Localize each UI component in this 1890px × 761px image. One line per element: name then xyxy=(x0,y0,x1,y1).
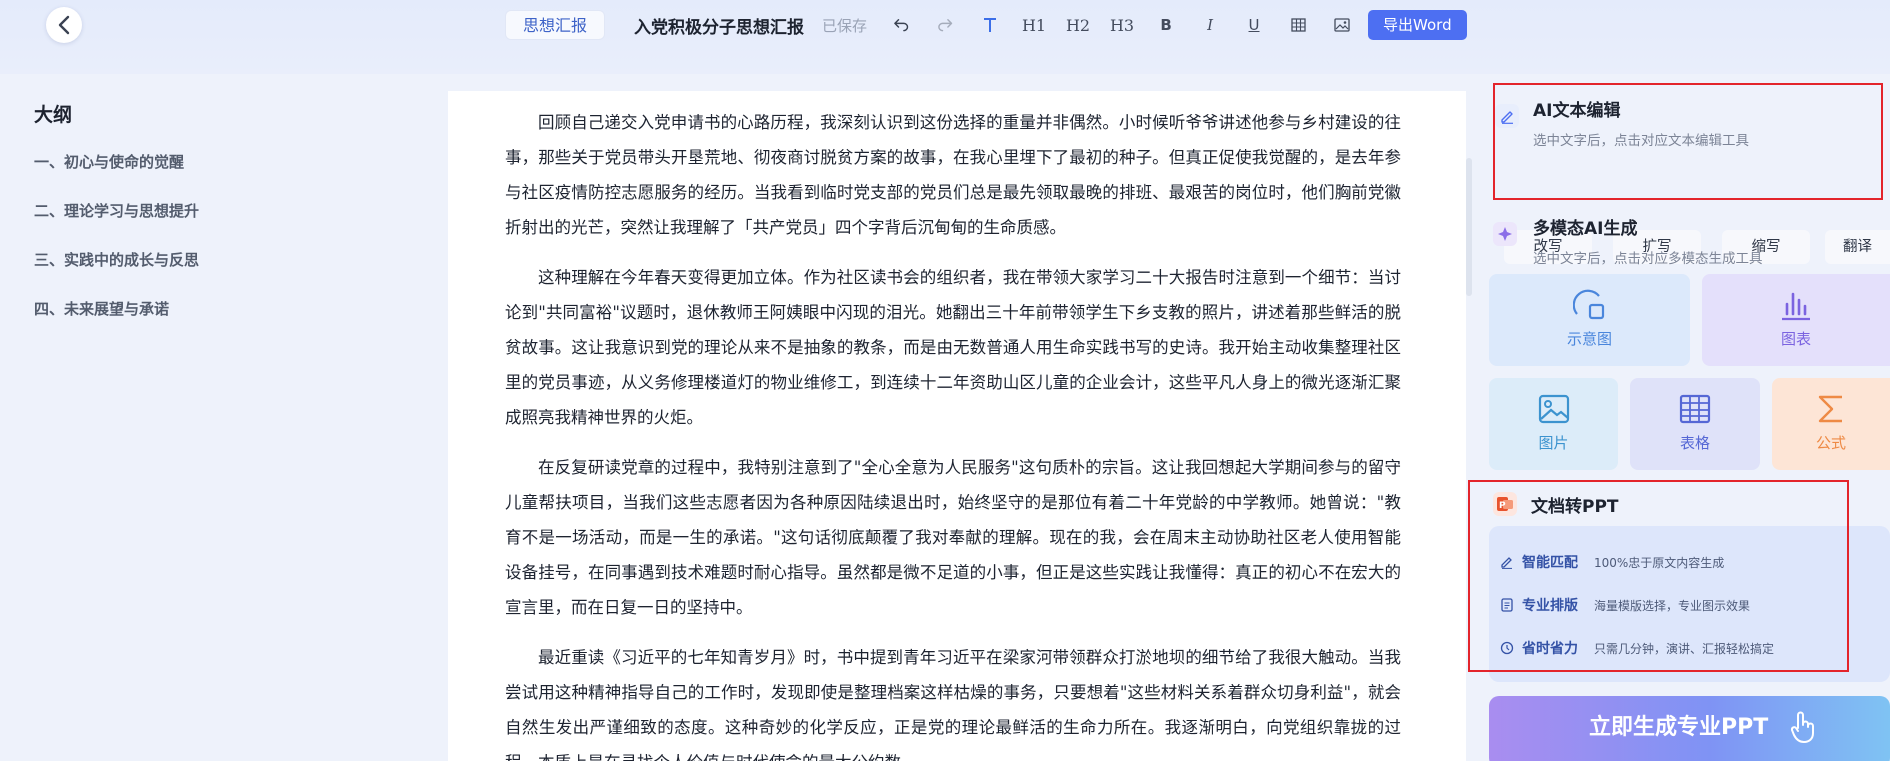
ai-edit-header: AI文本编辑 选中文字后，点击对应文本编辑工具 xyxy=(1495,96,1749,149)
redo-icon[interactable] xyxy=(935,14,957,36)
multimodal-title: 多模态AI生成 xyxy=(1533,219,1638,239)
table-grid-icon xyxy=(1679,394,1711,424)
doc-paragraph[interactable]: 在反复研读党章的过程中，我特别注意到了"全心全意为人民服务"这句质朴的宗旨。这让… xyxy=(505,450,1401,625)
picture-icon xyxy=(1538,394,1569,424)
ai-edit-subtitle: 选中文字后，点击对应文本编辑工具 xyxy=(1533,133,1749,149)
export-word-button[interactable]: 导出Word xyxy=(1368,10,1467,40)
image-icon[interactable] xyxy=(1331,14,1353,36)
generate-ppt-label: 立即生成专业PPT xyxy=(1589,715,1769,740)
save-status: 已保存 xyxy=(822,16,868,35)
heading3-button[interactable]: H3 xyxy=(1110,14,1134,36)
table-label: 表格 xyxy=(1679,434,1710,452)
document-scrollbar[interactable] xyxy=(1466,158,1472,296)
sparkle-icon xyxy=(1493,222,1517,246)
table-icon[interactable] xyxy=(1287,14,1309,36)
highlight-box-ppt xyxy=(1468,480,1849,672)
ai-tools-panel: AI文本编辑 选中文字后，点击对应文本编辑工具 改写 扩写 缩写 翻译 多模态A… xyxy=(1468,74,1890,761)
generate-ppt-button[interactable]: 立即生成专业PPT xyxy=(1489,696,1890,761)
outline-panel: 大纲 一、初心与使命的觉醒 二、理论学习与思想提升 三、实践中的成长与反思 四、… xyxy=(34,100,414,343)
chart-label: 图表 xyxy=(1780,330,1811,348)
back-button[interactable] xyxy=(46,7,82,43)
diagram-tile[interactable]: 示意图 xyxy=(1489,274,1690,366)
doc-paragraph[interactable]: 最近重读《习近平的七年知青岁月》时，书中提到青年习近平在梁家河带领群众打淤地坝的… xyxy=(505,640,1401,761)
diagram-icon xyxy=(1572,289,1604,320)
doc-paragraph[interactable]: 这种理解在今年春天变得更加立体。作为社区读书会的组织者，我在带领大家学习二十大报… xyxy=(505,260,1401,435)
sigma-icon xyxy=(1818,395,1842,423)
outline-item[interactable]: 三、实践中的成长与反思 xyxy=(34,245,414,294)
pen-icon xyxy=(1495,104,1519,128)
heading1-button[interactable]: H1 xyxy=(1022,14,1046,36)
italic-button[interactable]: I xyxy=(1199,14,1221,36)
bold-button[interactable]: B xyxy=(1155,14,1177,36)
document-editor[interactable]: 回顾自己递交入党申请书的心路历程，我深刻认识到这份选择的重量并非偶然。小时候听爷… xyxy=(448,91,1466,761)
heading2-button[interactable]: H2 xyxy=(1066,14,1090,36)
hand-pointer-icon xyxy=(1790,711,1814,743)
chevron-left-icon xyxy=(58,15,70,35)
image-label: 图片 xyxy=(1538,434,1569,452)
chart-tile[interactable]: 图表 xyxy=(1702,274,1890,366)
text-style-icon[interactable] xyxy=(979,14,1001,36)
outline-item[interactable]: 四、未来展望与承诺 xyxy=(34,294,414,343)
multimodal-subtitle: 选中文字后，点击对应多模态生成工具 xyxy=(1533,251,1763,267)
doc-title[interactable]: 入党积极分子思想汇报 xyxy=(634,13,804,38)
bar-chart-icon xyxy=(1782,292,1810,321)
diagram-label: 示意图 xyxy=(1566,330,1612,348)
outline-item[interactable]: 二、理论学习与思想提升 xyxy=(34,196,414,245)
outline-title: 大纲 xyxy=(34,104,73,126)
doc-paragraph[interactable]: 回顾自己递交入党申请书的心路历程，我深刻认识到这份选择的重量并非偶然。小时候听爷… xyxy=(505,105,1401,245)
editor-toolbar: 思想汇报 入党积极分子思想汇报 已保存 H1 H2 H3 B I U 导出Wor… xyxy=(505,10,1467,40)
formula-tile[interactable]: 公式 xyxy=(1772,378,1890,470)
ai-edit-title: AI文本编辑 xyxy=(1533,101,1621,121)
translate-button[interactable]: 翻译 xyxy=(1825,230,1890,264)
table-tile[interactable]: 表格 xyxy=(1630,378,1760,470)
undo-icon[interactable] xyxy=(891,14,913,36)
top-bar: 思想汇报 入党积极分子思想汇报 已保存 H1 H2 H3 B I U 导出Wor… xyxy=(0,0,1890,74)
outline-item[interactable]: 一、初心与使命的觉醒 xyxy=(34,147,414,196)
document-body[interactable]: 回顾自己递交入党申请书的心路历程，我深刻认识到这份选择的重量并非偶然。小时候听爷… xyxy=(505,105,1401,761)
underline-button[interactable]: U xyxy=(1243,14,1265,36)
image-tile[interactable]: 图片 xyxy=(1489,378,1618,470)
doc-type-tag[interactable]: 思想汇报 xyxy=(505,10,606,40)
formula-label: 公式 xyxy=(1815,434,1846,452)
multimodal-header: 多模态AI生成 选中文字后，点击对应多模态生成工具 xyxy=(1493,214,1763,267)
